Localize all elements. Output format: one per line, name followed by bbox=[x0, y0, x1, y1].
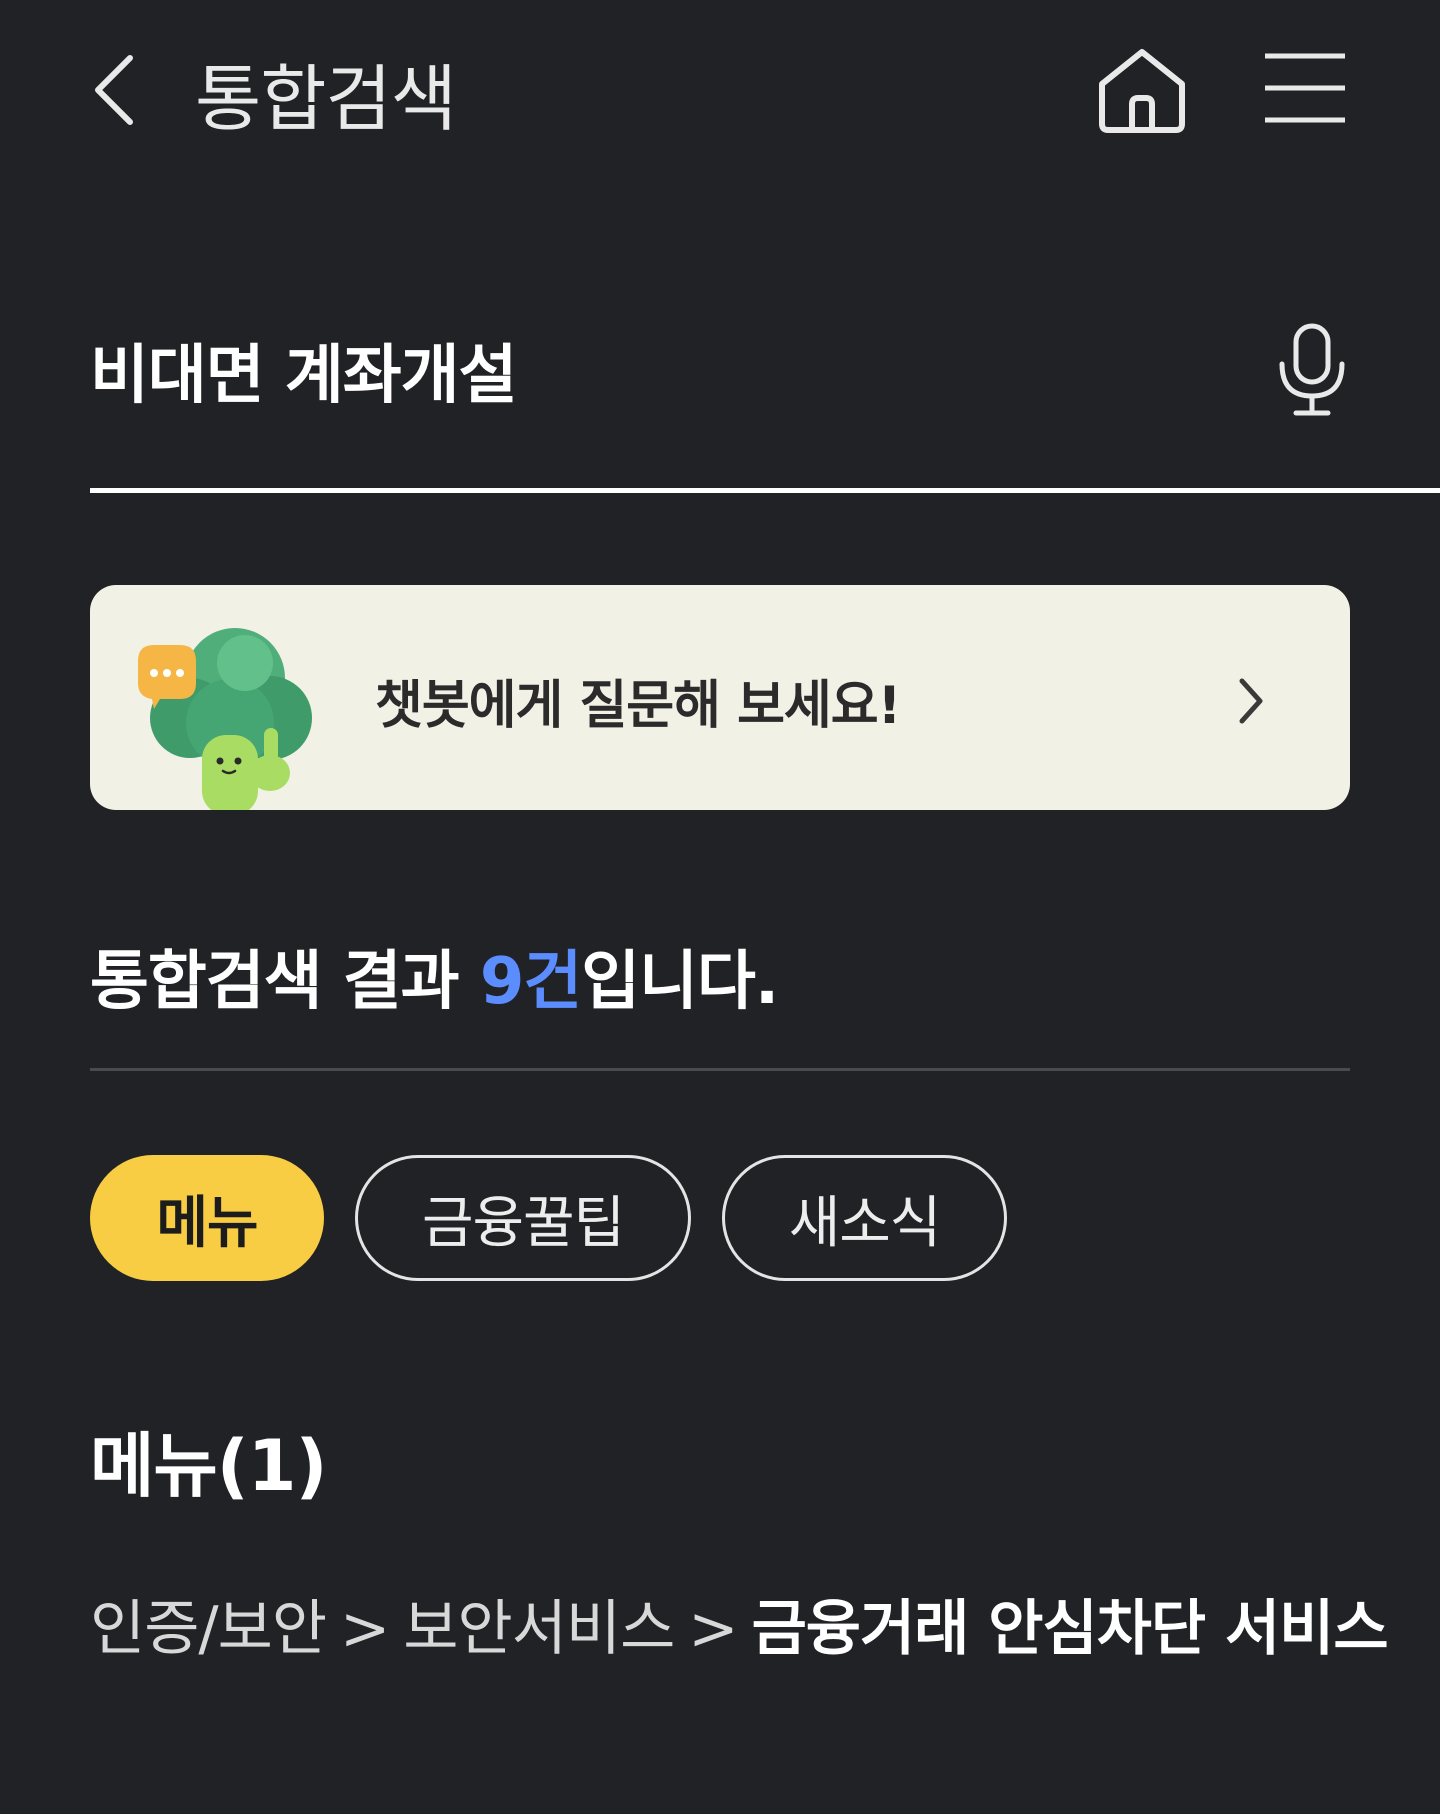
chevron-left-icon bbox=[95, 55, 133, 125]
search-bar bbox=[90, 290, 1440, 493]
filter-chip-menu[interactable]: 메뉴 bbox=[90, 1155, 324, 1281]
search-input[interactable] bbox=[90, 320, 1220, 420]
search-results-page: 통합검색 비대면 계좌개설 챗봇에게 질문해 보세요! 통합검색 결과 9건입니… bbox=[0, 0, 1440, 1814]
microphone-icon bbox=[1279, 323, 1345, 416]
menu-result-item[interactable]: 인증/보안 > 보안서비스 > 금융거래 안심차단 서비스 bbox=[90, 1580, 1389, 1667]
back-button[interactable] bbox=[88, 48, 148, 132]
result-summary-prefix: 통합검색 결과 bbox=[90, 945, 480, 1019]
menu-button[interactable] bbox=[1262, 50, 1348, 126]
section-divider bbox=[90, 1068, 1350, 1071]
broccoli-mascot-icon bbox=[138, 628, 312, 810]
breadcrumb-crumb-2: 보안서비스 bbox=[403, 1594, 675, 1664]
page-title: 통합검색 bbox=[195, 57, 457, 141]
chatbot-banner[interactable]: 챗봇에게 질문해 보세요! bbox=[90, 585, 1350, 810]
filter-chip-tips[interactable]: 금융꿀팁 bbox=[355, 1155, 691, 1281]
breadcrumb-separator-2: > bbox=[688, 1594, 738, 1664]
search-underline bbox=[90, 488, 1440, 493]
breadcrumb-separator-1: > bbox=[340, 1594, 390, 1664]
breadcrumb-current: 금융거래 안심차단 서비스 bbox=[751, 1594, 1389, 1664]
home-icon bbox=[1099, 49, 1185, 133]
menu-section-title: 메뉴(1) bbox=[90, 1425, 327, 1507]
result-count: 9건 bbox=[479, 945, 582, 1019]
result-summary-suffix: 입니다. bbox=[581, 945, 779, 1019]
chevron-right-icon bbox=[1239, 678, 1263, 724]
home-button[interactable] bbox=[1092, 44, 1192, 136]
breadcrumb-crumb-1: 인증/보안 bbox=[90, 1594, 327, 1664]
hamburger-menu-icon bbox=[1265, 53, 1345, 123]
result-summary: 통합검색 결과 9건입니다. bbox=[90, 930, 779, 1022]
chatbot-prompt-text: 챗봇에게 질문해 보세요! bbox=[375, 676, 901, 736]
filter-chip-news[interactable]: 새소식 bbox=[722, 1155, 1007, 1281]
top-app-bar: 통합검색 bbox=[0, 0, 1440, 180]
voice-search-button[interactable] bbox=[1272, 320, 1352, 420]
